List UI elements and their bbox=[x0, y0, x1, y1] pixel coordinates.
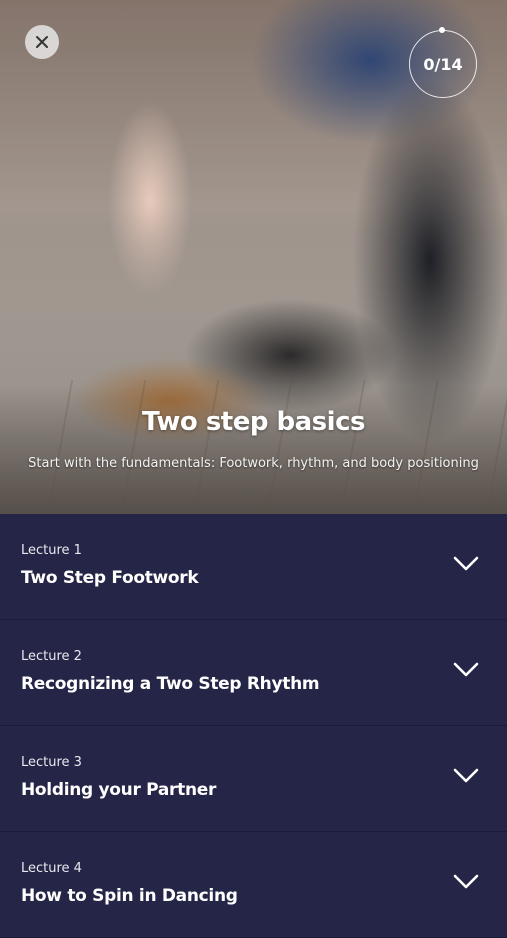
lecture-list: Lecture 1 Two Step Footwork Lecture 2 Re… bbox=[0, 514, 507, 938]
lecture-title: How to Spin in Dancing bbox=[21, 886, 238, 906]
close-icon bbox=[36, 36, 48, 48]
lecture-number: Lecture 3 bbox=[21, 755, 82, 770]
lecture-number: Lecture 2 bbox=[21, 649, 82, 664]
progress-dot bbox=[439, 27, 445, 33]
lecture-number: Lecture 4 bbox=[21, 861, 82, 876]
lecture-title: Two Step Footwork bbox=[21, 568, 199, 588]
lecture-item-1[interactable]: Lecture 1 Two Step Footwork bbox=[0, 514, 507, 620]
chevron-down-icon[interactable] bbox=[452, 872, 480, 892]
progress-indicator: 0/14 bbox=[409, 30, 477, 98]
lecture-title: Holding your Partner bbox=[21, 780, 217, 800]
chevron-down-icon[interactable] bbox=[452, 766, 480, 786]
lecture-title: Recognizing a Two Step Rhythm bbox=[21, 674, 320, 694]
lecture-number: Lecture 1 bbox=[21, 543, 82, 558]
lecture-item-3[interactable]: Lecture 3 Holding your Partner bbox=[0, 726, 507, 832]
chevron-down-icon[interactable] bbox=[452, 660, 480, 680]
course-title: Two step basics bbox=[142, 407, 365, 437]
lecture-item-4[interactable]: Lecture 4 How to Spin in Dancing bbox=[0, 832, 507, 938]
course-subtitle: Start with the fundamentals: Footwork, r… bbox=[28, 456, 479, 471]
hero-floor bbox=[0, 380, 507, 514]
lecture-item-2[interactable]: Lecture 2 Recognizing a Two Step Rhythm bbox=[0, 620, 507, 726]
progress-text: 0/14 bbox=[423, 54, 463, 74]
chevron-down-icon[interactable] bbox=[452, 554, 480, 574]
close-button[interactable] bbox=[25, 25, 59, 59]
